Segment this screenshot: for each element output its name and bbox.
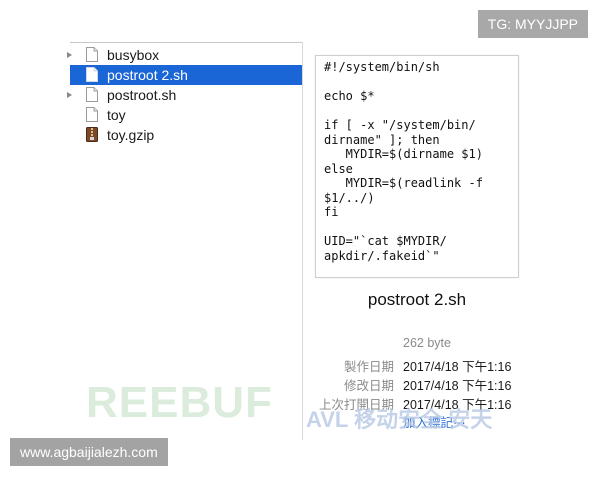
freebuf-watermark: REEBUF [86,378,273,427]
info-key: 修改日期 [343,379,394,393]
file-row-toy-gzip[interactable]: toy.gzip [70,125,302,145]
preview-file-name: postroot 2.sh [367,290,467,309]
info-row-created: 製作日期 2017/4/18 下午1:16 [300,356,530,374]
info-value: 2017/4/18 下午1:16 [403,379,512,393]
file-row-busybox[interactable]: busybox [67,45,302,65]
script-content: #!/system/bin/sh echo $* if [ -x "/syste… [324,60,483,263]
file-row-toy[interactable]: toy [70,105,302,125]
file-name: postroot.sh [107,87,177,103]
disclosure-triangle-icon[interactable] [67,52,72,58]
document-icon [86,67,98,82]
info-value: 2017/4/18 下午1:16 [403,360,512,374]
document-icon [86,107,98,122]
file-name: busybox [107,47,160,63]
file-row-postroot-sh[interactable]: postroot.sh [67,85,302,105]
disclosure-triangle-icon[interactable] [67,92,72,98]
info-row-modified: 修改日期 2017/4/18 下午1:16 [300,375,530,393]
document-icon [86,87,98,102]
info-key: 製作日期 [343,360,394,374]
file-name: toy [107,107,126,123]
tg-badge: TG: MYYJJPP [477,10,588,38]
file-size: 262 byte [403,336,451,350]
website-badge: www.agbaijialezh.com [10,438,168,466]
file-row-postroot-2-sh[interactable]: postroot 2.sh [70,65,302,85]
file-name: toy.gzip [107,127,155,143]
file-name: postroot 2.sh [107,67,188,83]
file-preview: #!/system/bin/sh echo $* if [ -x "/syste… [315,55,519,278]
document-icon [86,47,98,62]
avl-watermark: AVL 移动安全 安天 [306,407,493,432]
archive-icon [86,127,98,142]
